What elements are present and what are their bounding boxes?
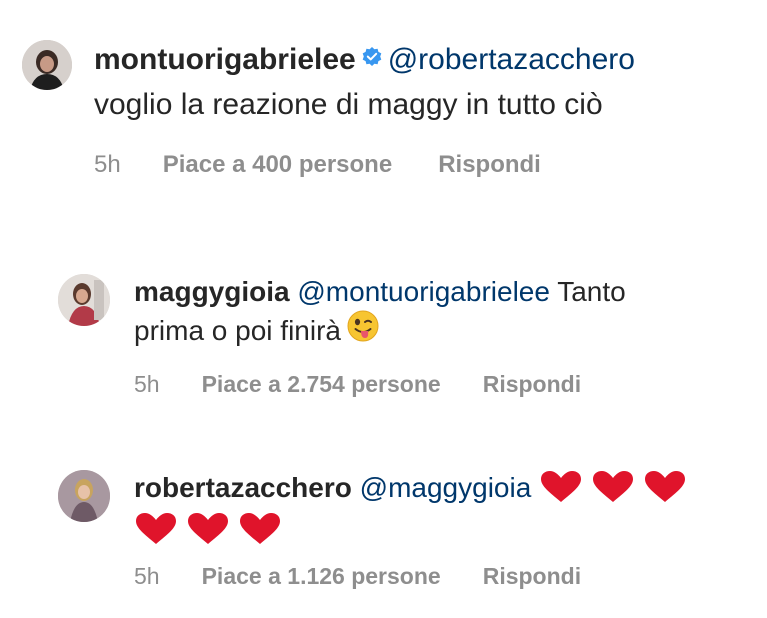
avatar-image-icon (22, 40, 72, 90)
reply-button[interactable]: Rispondi (438, 151, 541, 179)
comment-robertazacchero: robertazacchero @maggygioia 5h Piace a 1… (58, 468, 695, 590)
comment-body-line2: prima o poi finirà (134, 315, 341, 346)
reply-button[interactable]: Rispondi (483, 371, 581, 398)
comment-montuorigabrielee: montuorigabrielee @robertazacchero voglio… (22, 38, 635, 179)
avatar[interactable] (58, 274, 110, 326)
likes-count[interactable]: Piace a 400 persone (163, 151, 392, 179)
likes-count[interactable]: Piace a 2.754 persone (202, 371, 441, 398)
comment-maggygioia: maggygioia @montuorigabrielee Tanto prim… (58, 272, 626, 398)
comment-meta: 5h Piace a 1.126 persone Rispondi (134, 563, 695, 590)
username[interactable]: montuorigabrielee (94, 43, 356, 76)
mention-link[interactable]: @montuorigabrielee (297, 276, 550, 307)
comment-body-line1: Tanto (557, 276, 626, 307)
winking-face-with-tongue-icon (347, 310, 379, 352)
comment-text: maggygioia @montuorigabrielee Tanto prim… (134, 272, 626, 354)
verified-badge-icon (362, 36, 382, 80)
comment-text: montuorigabrielee @robertazacchero voglio… (94, 38, 635, 127)
red-heart-icon (136, 512, 280, 544)
timestamp: 5h (94, 151, 121, 179)
red-heart-icon (541, 470, 686, 502)
hearts-emoji-line1 (539, 468, 695, 507)
comment-body: voglio la reazione di maggy in tutto ciò (94, 88, 603, 122)
mention-link[interactable]: @maggygioia (360, 472, 532, 503)
avatar-image-icon (58, 470, 110, 522)
comment-meta: 5h Piace a 400 persone Rispondi (94, 151, 635, 179)
mention-link[interactable]: @robertazacchero (388, 43, 635, 76)
username[interactable]: robertazacchero (134, 472, 352, 503)
timestamp: 5h (134, 563, 160, 589)
username[interactable]: maggygioia (134, 276, 290, 307)
avatar[interactable] (22, 40, 72, 90)
avatar-image-icon (58, 274, 110, 326)
likes-count[interactable]: Piace a 1.126 persone (202, 563, 441, 590)
avatar[interactable] (58, 470, 110, 522)
comment-text: robertazacchero @maggygioia (134, 468, 695, 546)
reply-button[interactable]: Rispondi (483, 563, 581, 590)
timestamp: 5h (134, 370, 160, 397)
comment-meta: 5h Piace a 2.754 persone Rispondi (134, 371, 626, 398)
hearts-emoji-line2 (134, 507, 290, 546)
